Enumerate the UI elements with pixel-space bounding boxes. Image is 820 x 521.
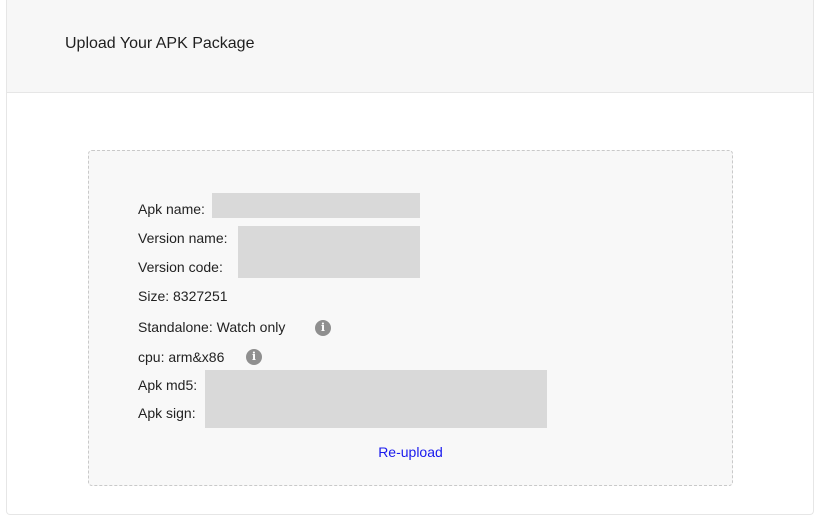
- info-icon[interactable]: i: [246, 349, 262, 365]
- upload-card: Upload Your APK Package Apk name: Versio…: [6, 0, 814, 515]
- size-label: Size:: [138, 288, 170, 304]
- page-title: Upload Your APK Package: [65, 35, 255, 52]
- cpu-label: cpu:: [138, 349, 165, 365]
- apk-sign-label: Apk sign:: [138, 405, 196, 421]
- version-name-label: Version name:: [138, 230, 228, 246]
- cpu-value: arm&x86: [168, 349, 225, 365]
- apk-hash-redacted-value: [205, 370, 547, 428]
- standalone-label: Standalone:: [138, 319, 213, 335]
- apk-md5-label: Apk md5:: [138, 377, 198, 393]
- standalone-row: Standalone: Watch only: [138, 319, 285, 336]
- size-value: 8327251: [173, 288, 228, 304]
- cpu-row: cpu: arm&x86: [138, 349, 224, 366]
- apk-upload-zone: Apk name: Version name: Version code: Si…: [88, 150, 733, 486]
- version-code-label: Version code:: [138, 259, 223, 275]
- standalone-value: Watch only: [216, 319, 286, 335]
- size-row: Size: 8327251: [138, 288, 228, 305]
- apk-name-redacted-value: [212, 193, 420, 218]
- reupload-link[interactable]: Re-upload: [89, 444, 732, 461]
- apk-name-label: Apk name:: [138, 201, 205, 217]
- info-icon[interactable]: i: [315, 320, 331, 336]
- card-header: Upload Your APK Package: [7, 0, 813, 93]
- version-redacted-value: [238, 226, 420, 278]
